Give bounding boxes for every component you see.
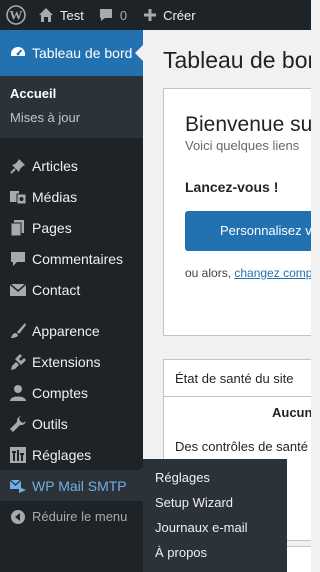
wordpress-logo-icon: W	[6, 5, 26, 25]
site-name-link[interactable]: Test	[38, 0, 84, 30]
submenu-item-home[interactable]: Accueil	[0, 82, 143, 106]
sidebar-item-media[interactable]: Médias	[0, 181, 143, 212]
flyout-item-setup-wizard[interactable]: Setup Wizard	[143, 492, 287, 517]
wordpress-logo-button[interactable]: W	[2, 0, 30, 30]
alternative-text: ou alors, changez compl	[185, 266, 311, 280]
sidebar-item-label: Apparence	[32, 322, 100, 339]
new-content-label: Créer	[163, 7, 196, 23]
comments-count: 0	[119, 7, 128, 23]
sidebar-item-label: Outils	[32, 415, 68, 432]
sidebar-item-label: Tableau de bord	[32, 45, 133, 61]
sidebar-item-label: Articles	[32, 157, 78, 174]
sidebar-item-contact[interactable]: Contact	[0, 274, 143, 305]
welcome-subtitle: Voici quelques liens	[185, 138, 300, 153]
new-content-link[interactable]: Créer	[143, 0, 196, 30]
flyout-item-about[interactable]: À propos	[143, 542, 287, 567]
plus-icon	[143, 8, 157, 22]
sidebar-item-label: Contact	[32, 281, 81, 298]
sidebar-item-comments[interactable]: Commentaires	[0, 243, 143, 274]
settings-icon	[4, 446, 32, 464]
welcome-panel: Bienvenue sur W Voici quelques liens Lan…	[163, 88, 311, 336]
pages-icon	[4, 219, 32, 237]
pin-icon	[4, 157, 32, 175]
sidebar-item-articles[interactable]: Articles	[0, 150, 143, 181]
brush-icon	[4, 322, 32, 340]
wp-mail-smtp-flyout-menu: Réglages Setup Wizard Journaux e-mail À …	[135, 459, 287, 572]
page-title: Tableau de bord	[163, 47, 311, 73]
svg-text:W: W	[10, 8, 23, 23]
flyout-item-email-logs[interactable]: Journaux e-mail	[143, 517, 287, 542]
comment-icon	[98, 7, 114, 23]
description-line: Des contrôles de santé du	[175, 439, 311, 454]
submenu-item-updates[interactable]: Mises à jour	[0, 106, 143, 130]
sidebar-item-label: Comptes	[32, 384, 89, 401]
sidebar-item-label: Commentaires	[32, 250, 124, 267]
welcome-title: Bienvenue sur W	[185, 113, 311, 136]
sidebar-item-pages[interactable]: Pages	[0, 212, 143, 243]
sidebar-item-tools[interactable]: Outils	[0, 408, 143, 439]
dashboard-submenu: Accueil Mises à jour	[0, 76, 143, 138]
sidebar-item-label: Extensions	[32, 353, 101, 370]
sidebar-item-label: Médias	[32, 188, 78, 205]
sidebar-item-label: WP Mail SMTP	[32, 477, 127, 494]
site-name-label: Test	[60, 7, 84, 23]
collapse-menu-label: Réduire le menu	[32, 509, 128, 524]
customize-site-button[interactable]: Personnalisez vot	[185, 211, 311, 251]
sidebar-item-extensions[interactable]: Extensions	[0, 346, 143, 377]
flyout-item-settings[interactable]: Réglages	[143, 467, 287, 492]
sidebar-item-wp-mail-smtp[interactable]: WP Mail SMTP	[0, 470, 143, 501]
comment-icon	[4, 250, 32, 268]
collapse-arrow-icon	[4, 509, 32, 525]
admin-sidebar: Tableau de bord Accueil Mises à jour Art…	[0, 30, 143, 572]
collapse-menu-button[interactable]: Réduire le menu	[0, 501, 143, 532]
mail-icon	[4, 281, 32, 299]
send-icon	[4, 477, 32, 495]
sidebar-item-label: Réglages	[32, 446, 92, 463]
wrench-icon	[4, 415, 32, 433]
sidebar-item-label: Pages	[32, 219, 72, 236]
admin-bar: W Test 0 Créer	[0, 0, 311, 30]
user-icon	[4, 384, 32, 402]
or-prefix: ou alors,	[185, 266, 235, 280]
sidebar-item-dashboard[interactable]: Tableau de bord	[0, 30, 143, 76]
comments-link[interactable]: 0	[98, 0, 127, 30]
sidebar-item-users[interactable]: Comptes	[0, 377, 143, 408]
change-theme-link[interactable]: changez compl	[234, 266, 311, 280]
get-started-heading: Lancez-vous !	[185, 179, 279, 195]
sidebar-item-settings[interactable]: Réglages	[0, 439, 143, 470]
plugin-icon	[4, 353, 32, 371]
media-icon	[4, 188, 32, 206]
dashboard-icon	[4, 44, 32, 62]
site-health-title: État de santé du site	[164, 360, 311, 397]
sidebar-item-appearance[interactable]: Apparence	[0, 315, 143, 346]
home-icon	[38, 7, 54, 23]
site-health-status: Aucune	[272, 405, 311, 420]
